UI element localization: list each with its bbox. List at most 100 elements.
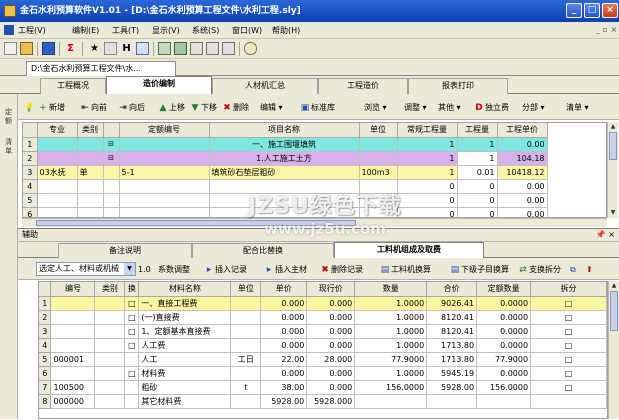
mdi-controls[interactable]: _ ▫ × [596,25,617,34]
cell-xx[interactable]: 5928.000 [306,394,356,409]
hscroll-thumb[interactable] [36,220,356,226]
quota-row[interactable]: 4 0 0 0.00 [23,179,548,194]
cell-unit[interactable] [230,324,262,339]
cell-h[interactable] [124,380,140,395]
quota-vscroll[interactable]: ▲ ▼ [607,122,618,218]
browse-dropdown[interactable]: 浏览 ▾ [364,101,387,115]
delete-button[interactable]: ✖ 删除 [222,101,249,115]
cell-name[interactable]: 粗砂 [138,380,232,395]
cell-bh[interactable] [50,338,96,353]
add-button[interactable]: + 新增 [38,101,65,115]
cell-xx[interactable]: 0.000 [306,324,356,339]
col-header[interactable]: 类别 [77,123,104,138]
cell-sl[interactable]: 1.0000 [354,366,428,381]
quota-hscroll[interactable] [22,218,607,227]
cell-zy[interactable] [37,207,78,217]
col-header[interactable]: 拆分 [530,282,607,297]
cell-hj[interactable]: 5945.19 [426,366,478,381]
cell-dj[interactable]: 0.000 [260,310,308,325]
cell-unit[interactable] [359,137,398,152]
document-icon[interactable] [4,25,14,35]
cell-hj[interactable]: 8120.41 [426,324,478,339]
delete-record-button[interactable]: ✖ 删除记录 [320,263,363,277]
tab-project-cost[interactable]: 工程造价 [318,78,408,94]
cascade-icon[interactable] [222,42,235,55]
move-up-button[interactable]: ▲ 上移 [158,101,185,115]
cell-sl[interactable]: 1.0000 [354,338,428,353]
material-convert-button[interactable]: ▤ 工料机换算 [380,263,431,277]
cell-bh[interactable] [50,366,96,381]
quota-row[interactable]: 3 03水抚单 5-1 填筑砂石垫层粗砂 100m3 1 0.01 10418.12 [23,165,548,180]
edit-dropdown[interactable]: 编辑 ▾ [260,101,283,115]
cell-tree[interactable] [103,207,120,217]
cell-cf[interactable]: □ [530,324,607,339]
cell-de[interactable] [476,394,532,409]
cell-bh[interactable] [50,324,96,339]
cell-name[interactable] [209,179,360,194]
adjust-dropdown[interactable]: 调整 ▾ [404,101,427,115]
col-header[interactable]: 类别 [94,282,126,297]
quota-row[interactable]: 1 ⊟ 一、施工围堰填筑 1 1 0.00 [23,137,548,152]
cell-sl[interactable]: 1.0000 [354,324,428,339]
cell-dj[interactable]: 0.00 [497,179,548,194]
cell-h[interactable]: □ [124,366,140,381]
material-row[interactable]: 4 □ 人工费 0.000 0.000 1.0000 1713.80 0.0000 □ [39,338,607,353]
cell-unit[interactable] [230,296,262,311]
tile-icon[interactable] [206,42,219,55]
cell-cf[interactable]: □ [530,366,607,381]
cell-cg[interactable]: 1 [397,165,458,180]
cell-cf[interactable]: □ [530,352,607,367]
cell-sl[interactable]: 156.0000 [354,380,428,395]
cell-dj[interactable]: 10418.12 [497,165,548,180]
cell-hj[interactable]: 9026.41 [426,296,478,311]
cell-unit[interactable] [230,366,262,381]
cell-lb[interactable] [94,296,126,311]
quota-row[interactable]: 6 0 0 0.00 [23,207,548,217]
cell-lb[interactable] [77,179,104,194]
cell-name[interactable] [209,207,360,217]
move-down-button[interactable]: ▼ 下移 [190,101,217,115]
cell-dj[interactable]: 5928.00 [260,394,308,409]
quota-row[interactable]: 2 ⊟ 1.人工施工土方 1 1 104.18 [23,151,548,166]
cell-bh[interactable]: 000000 [50,394,96,409]
material-row[interactable]: 3 □ 1、定额基本直接费 0.000 0.000 1.0000 8120.41 0.0000… [39,324,607,339]
cell-cf[interactable]: □ [530,310,607,325]
col-header[interactable]: 换 [124,282,140,297]
cell-code[interactable] [119,207,210,217]
sub-item-convert-button[interactable]: ▤ 下级子目换算 [450,263,509,277]
col-header[interactable]: 合价 [426,282,478,297]
cell-unit[interactable]: 100m3 [359,165,398,180]
cell-code[interactable] [119,193,210,208]
calculator-icon[interactable] [104,42,117,55]
cell-cg[interactable]: 0 [397,207,458,217]
cell-cg[interactable]: 1 [397,137,458,152]
cell-unit[interactable] [359,207,398,217]
document-tab[interactable]: D:\金石水利预算工程文件\水... [26,61,176,76]
cell-gcl[interactable]: 0 [457,193,498,208]
cell-de[interactable]: 0.0000 [476,296,532,311]
cell-gcl[interactable]: 0.01 [457,165,498,180]
vtab-quota[interactable]: 定额 [2,108,15,126]
cell-dj[interactable]: 0.000 [260,296,308,311]
new-file-icon[interactable] [4,42,17,55]
cell-tree[interactable] [103,179,120,194]
cell-sl[interactable]: 1.0000 [354,310,428,325]
cell-code[interactable] [119,179,210,194]
cell-dj[interactable]: 0.000 [260,324,308,339]
cell-tree[interactable]: ⊟ [103,151,120,166]
cell-name[interactable]: 1.人工施工土方 [209,151,360,166]
cell-xx[interactable]: 0.000 [306,338,356,353]
material-row[interactable]: 6 □ 材料费 0.000 0.000 1.0000 5945.19 0.0000 □ [39,366,607,381]
scroll-down-icon[interactable]: ▼ [608,208,618,218]
cell-h[interactable]: □ [124,324,140,339]
scroll-up-icon[interactable]: ▲ [609,281,619,291]
tools-icon[interactable] [158,42,171,55]
cell-h[interactable]: □ [124,310,140,325]
material-row[interactable]: 7 100500 粗砂 t 38.00 0.000 156.0000 5928.00 156.0… [39,380,607,395]
cell-gcl[interactable]: 0 [457,207,498,217]
cell-unit[interactable]: 工日 [230,352,262,367]
cell-bh[interactable]: 100500 [50,380,96,395]
cell-xx[interactable]: 28.000 [306,352,356,367]
cell-lb[interactable] [94,366,126,381]
col-header[interactable]: 项目名称 [209,123,360,138]
